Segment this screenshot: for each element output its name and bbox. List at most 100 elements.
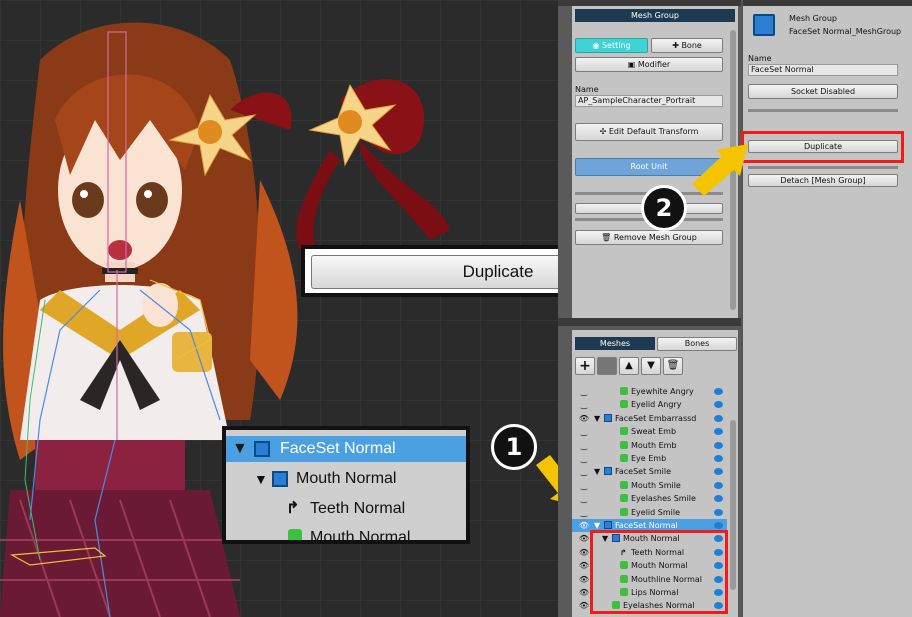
delete-icon[interactable]: 🗑 bbox=[663, 357, 683, 375]
bone-icon: ↱ bbox=[286, 500, 300, 517]
transform-icon: ✣ bbox=[599, 127, 609, 136]
mesh-group-icon bbox=[272, 471, 288, 487]
zoom-tree-label: FaceSet Normal bbox=[280, 440, 396, 457]
tree-highlight-box bbox=[590, 530, 728, 614]
tree-item-label: FaceSet Embarrassd bbox=[615, 413, 697, 423]
eye-closed-icon[interactable]: ‿ bbox=[578, 465, 590, 478]
tree-item[interactable]: ‿ Eyelashes Smile bbox=[572, 492, 727, 505]
eye-open-icon[interactable]: 👁 bbox=[578, 532, 590, 545]
step-1-arrow-icon bbox=[536, 455, 558, 501]
edit-default-transform-button[interactable]: ✣ Edit Default Transform bbox=[575, 123, 723, 141]
eye-closed-icon[interactable]: ‿ bbox=[578, 492, 590, 505]
add-icon[interactable]: + bbox=[575, 357, 595, 375]
zoom-tree-label: Mouth Normal bbox=[310, 529, 411, 544]
mesh-icon bbox=[620, 507, 628, 516]
tree-item[interactable]: ‿ Eye Emb bbox=[572, 452, 727, 465]
eye-closed-icon[interactable]: ‿ bbox=[578, 479, 590, 492]
visibility-icon[interactable] bbox=[714, 414, 723, 422]
mesh-icon bbox=[288, 529, 302, 540]
modifier-button[interactable]: ▣ Modifier bbox=[575, 57, 723, 72]
divider bbox=[748, 166, 898, 169]
tree-item[interactable]: ‿ Mouth Smile bbox=[572, 479, 727, 492]
visibility-icon[interactable] bbox=[714, 468, 723, 476]
move-up-icon[interactable]: ▲ bbox=[619, 357, 639, 375]
visibility-icon[interactable] bbox=[714, 495, 723, 503]
visibility-icon[interactable] bbox=[714, 428, 723, 436]
eye-closed-icon[interactable]: ‿ bbox=[578, 439, 590, 452]
tab-meshes[interactable]: Meshes bbox=[575, 337, 655, 350]
zoom-tree-label: Mouth Normal bbox=[296, 470, 397, 487]
mesh-icon bbox=[620, 440, 628, 449]
tree-item-label: Mouth Smile bbox=[631, 480, 681, 490]
eye-open-icon[interactable]: 👁 bbox=[578, 546, 590, 559]
remove-mesh-group-button[interactable]: 🗑 Remove Mesh Group bbox=[575, 230, 723, 245]
visibility-icon[interactable] bbox=[714, 388, 723, 395]
eye-closed-icon[interactable]: ‿ bbox=[578, 398, 590, 411]
layer-icon[interactable] bbox=[597, 357, 617, 375]
eye-open-icon[interactable]: 👁 bbox=[578, 412, 590, 425]
name-field[interactable]: AP_SampleCharacter_Portrait bbox=[575, 95, 723, 107]
tree-item-label: Sweat Emb bbox=[631, 427, 677, 437]
eye-open-icon[interactable]: 👁 bbox=[578, 519, 590, 532]
visibility-icon[interactable] bbox=[714, 455, 723, 462]
tree-item[interactable]: ‿ Eyelid Angry bbox=[572, 398, 727, 411]
tree-item[interactable]: ‿ Sweat Emb bbox=[572, 425, 727, 438]
tree-item[interactable]: ‿ ▼ FaceSet Smile bbox=[572, 465, 727, 478]
zoom-tree-label: Teeth Normal bbox=[310, 500, 406, 517]
tree-item-label: Eyelid Smile bbox=[631, 507, 681, 517]
step-2-badge: 2 bbox=[641, 185, 687, 231]
visibility-icon[interactable] bbox=[714, 401, 723, 409]
tree-item-label: Eyewhite Angry bbox=[631, 387, 694, 396]
socket-disabled-button[interactable]: Socket Disabled bbox=[748, 84, 898, 99]
tab-bones[interactable]: Bones bbox=[657, 337, 737, 351]
tree-item[interactable]: 👁 ▼ FaceSet Embarrassd bbox=[572, 412, 727, 425]
tree-item-label: Eyelid Angry bbox=[631, 400, 682, 410]
scene-viewport[interactable]: Duplicate ▼ FaceSet Normal ▼ Mouth Norma… bbox=[0, 0, 558, 617]
setting-button[interactable]: ◉ Setting bbox=[575, 38, 648, 53]
mesh-icon bbox=[620, 427, 628, 436]
eye-open-icon[interactable]: 👁 bbox=[578, 586, 590, 599]
duplicate-zoom-label: Duplicate bbox=[311, 255, 558, 289]
eye-closed-icon[interactable]: ‿ bbox=[578, 425, 590, 438]
eye-open-icon[interactable]: 👁 bbox=[578, 559, 590, 572]
mesh-icon bbox=[620, 454, 628, 462]
eye-closed-icon[interactable]: ‿ bbox=[578, 506, 590, 519]
item-type: Mesh Group bbox=[789, 14, 837, 23]
tree-item-label: FaceSet Smile bbox=[615, 467, 672, 477]
setting-icon: ◉ bbox=[592, 41, 602, 50]
detach-mesh-group-button[interactable]: Detach [Mesh Group] bbox=[748, 174, 898, 187]
visibility-icon[interactable] bbox=[714, 481, 723, 489]
eye-open-icon[interactable]: 👁 bbox=[578, 599, 590, 612]
tree-item[interactable]: ‿ Eyelid Smile bbox=[572, 506, 727, 519]
eye-open-icon[interactable]: 👁 bbox=[578, 573, 590, 586]
inspector-panel: Mesh Group FaceSet Normal_MeshGroup Name… bbox=[741, 0, 912, 617]
step-2-arrow-icon bbox=[692, 144, 748, 196]
tree-item[interactable]: ‿ Mouth Emb bbox=[572, 439, 727, 452]
mesh-group-panel: Mesh Group ◉ Setting ✚ Bone ▣ Modifier N… bbox=[558, 0, 741, 617]
move-down-icon[interactable]: ▼ bbox=[641, 357, 661, 375]
tree-item-label: Eyelashes Smile bbox=[631, 494, 696, 504]
expand-arrow-icon[interactable]: ▼ bbox=[594, 465, 600, 478]
visibility-icon[interactable] bbox=[714, 441, 723, 449]
tree-item[interactable]: ‿ Eyewhite Angry bbox=[572, 385, 727, 398]
mesh-group-icon bbox=[753, 14, 775, 36]
bone-button[interactable]: ✚ Bone bbox=[651, 38, 723, 53]
item-title: FaceSet Normal_MeshGroup bbox=[789, 27, 902, 36]
eye-closed-icon[interactable]: ‿ bbox=[578, 385, 590, 398]
eye-closed-icon[interactable]: ‿ bbox=[578, 452, 590, 465]
duplicate-zoom-callout: Duplicate bbox=[301, 245, 558, 297]
mesh-icon bbox=[620, 480, 628, 489]
tree-item-label: Eye Emb bbox=[631, 454, 667, 463]
mesh-icon bbox=[620, 400, 628, 409]
duplicate-highlight-box bbox=[741, 131, 904, 163]
visibility-icon[interactable] bbox=[714, 508, 723, 516]
name-field[interactable]: FaceSet Normal bbox=[748, 64, 898, 76]
expand-arrow-icon[interactable]: ▼ bbox=[594, 412, 600, 425]
visibility-icon[interactable] bbox=[714, 522, 723, 529]
mesh-icon bbox=[620, 494, 628, 503]
mesh-group-icon bbox=[604, 467, 612, 476]
mesh-group-icon bbox=[604, 521, 612, 529]
tree-zoom-callout: ▼ FaceSet Normal ▼ Mouth Normal ↱ Teeth … bbox=[222, 426, 470, 544]
mesh-group-icon bbox=[604, 413, 612, 422]
tree-scrollbar[interactable] bbox=[730, 420, 736, 590]
